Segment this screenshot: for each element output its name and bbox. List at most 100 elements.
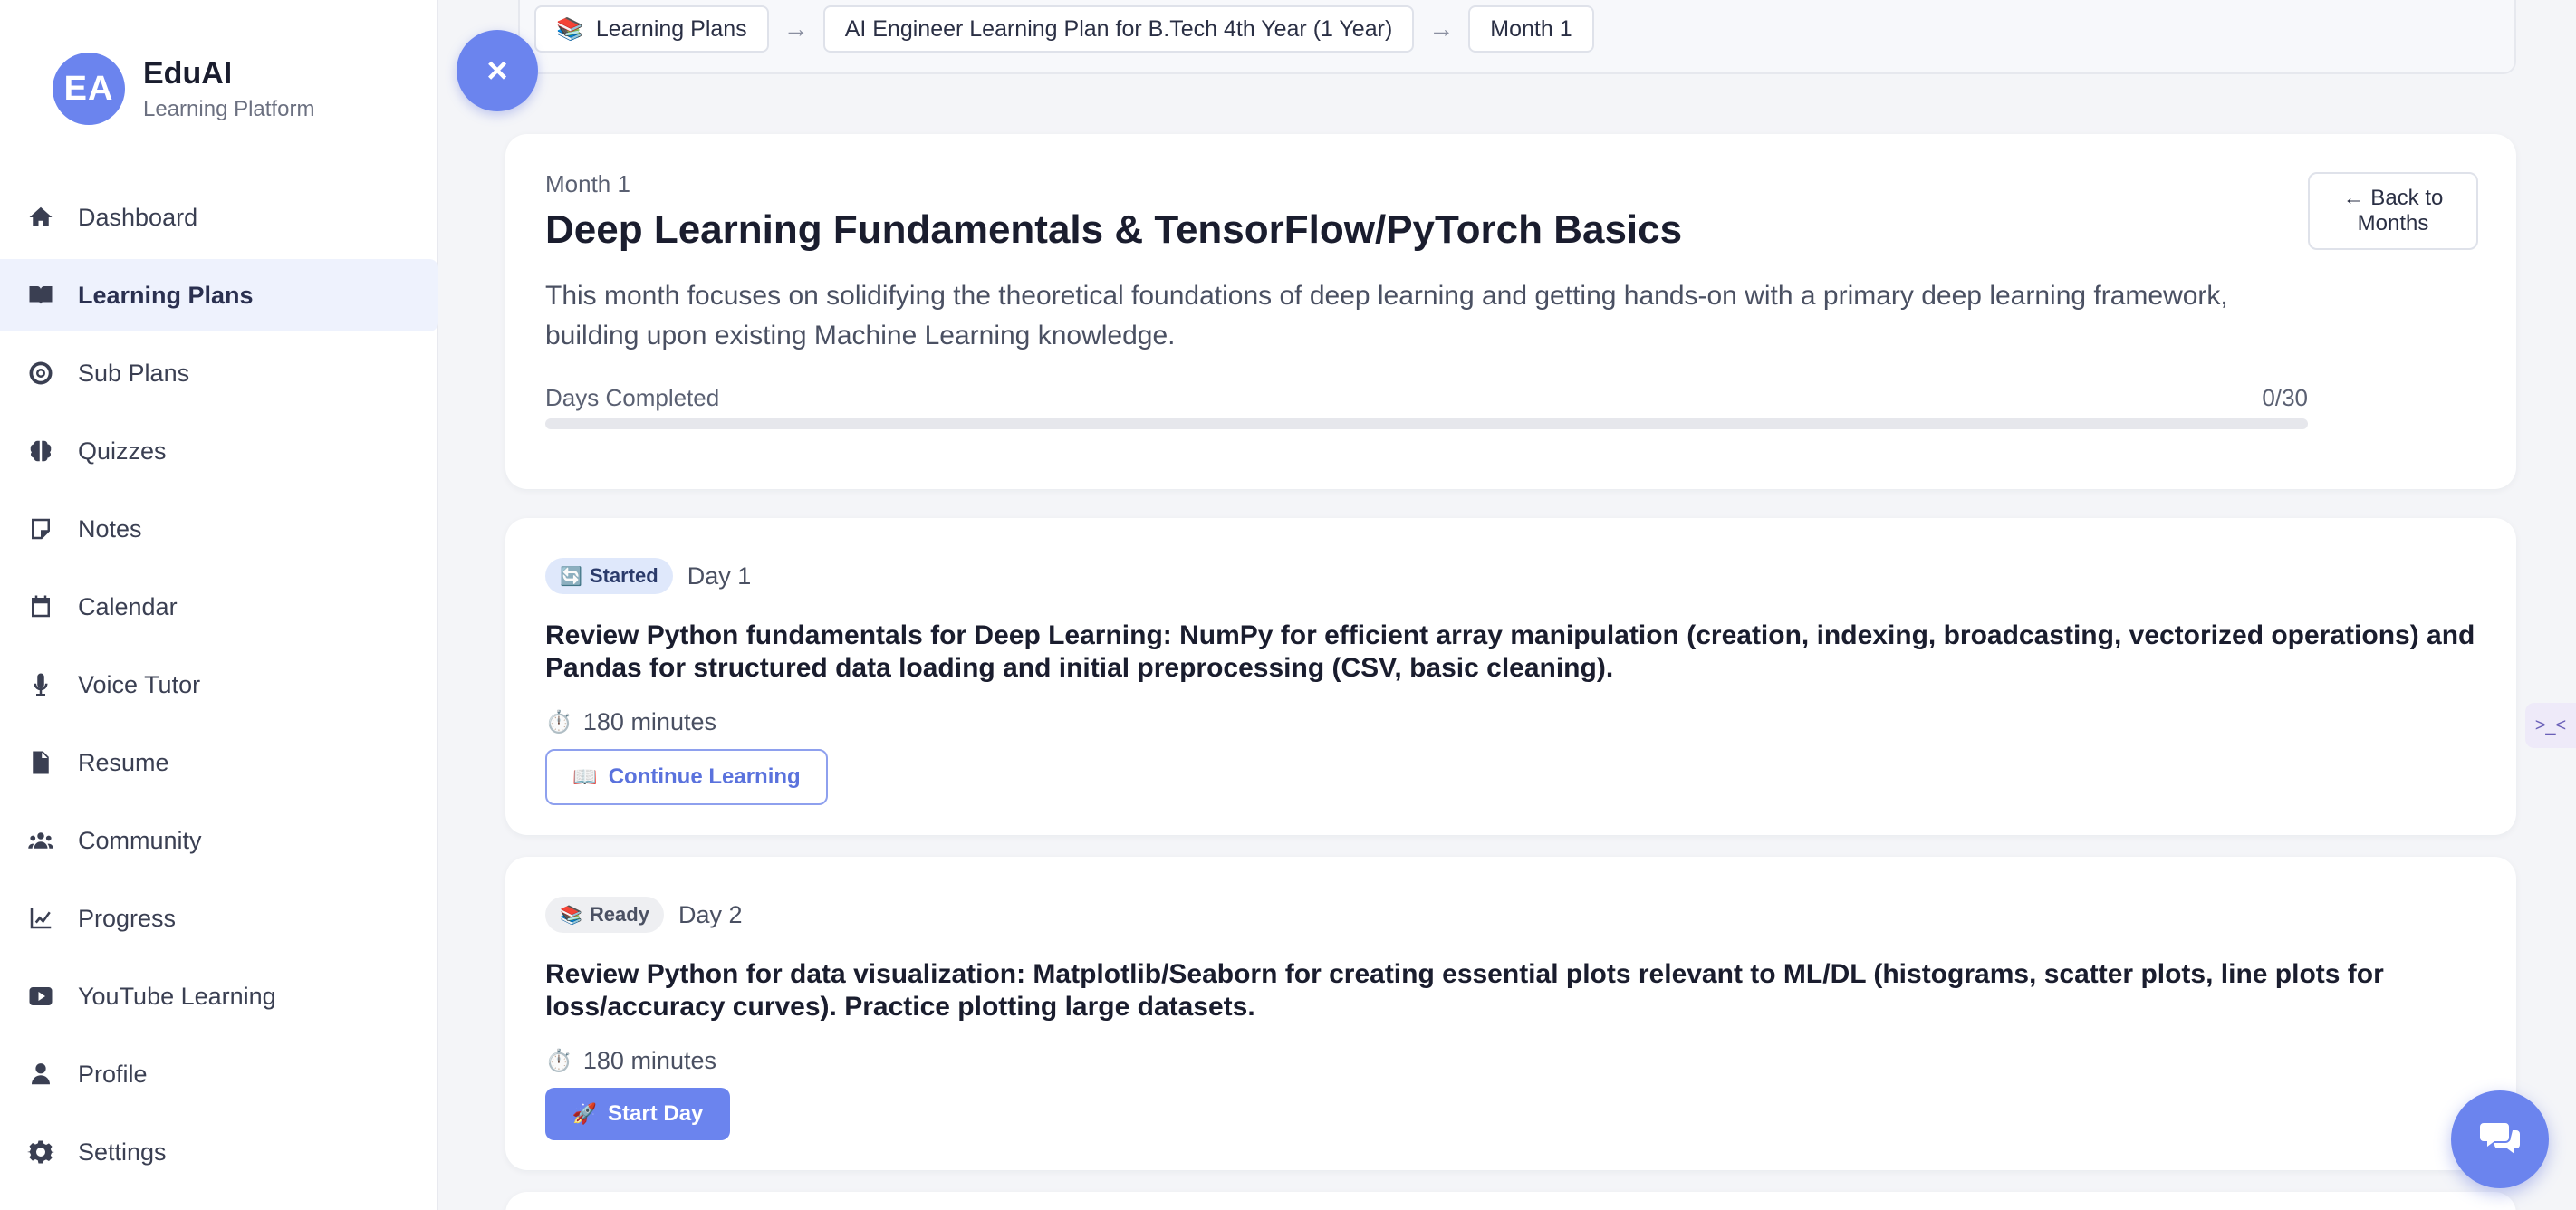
arrow-right-icon: → [1428, 14, 1455, 43]
close-sidebar-button[interactable]: × [457, 30, 538, 111]
sidebar-item-label: Voice Tutor [78, 670, 201, 698]
books-icon: 📚 [560, 905, 582, 926]
breadcrumb: 📚 Learning Plans → AI Engineer Learning … [534, 5, 1594, 53]
back-to-months-button[interactable]: ← Back to Months [2308, 172, 2478, 250]
breadcrumb-label: AI Engineer Learning Plan for B.Tech 4th… [844, 15, 1393, 42]
gear-icon [25, 1137, 56, 1167]
refresh-icon: 🔄 [560, 566, 582, 587]
day-card: 📚 Ready Day 2 Review Python for data vis… [505, 857, 2516, 1170]
home-icon [25, 202, 56, 233]
sidebar: EA EduAI Learning Platform Dashboard Lea… [0, 0, 438, 1210]
brand-name: EduAI [143, 55, 233, 91]
duration-text: 180 minutes [582, 1047, 716, 1074]
progress-label: Days Completed [545, 384, 720, 411]
sidebar-item-label: Resume [78, 748, 169, 776]
stopwatch-icon: ⏱️ [545, 1049, 572, 1073]
stopwatch-icon: ⏱️ [545, 710, 572, 735]
brand-subtitle: Learning Platform [143, 96, 315, 121]
button-label: Start Day [608, 1101, 704, 1126]
sidebar-item-label: Dashboard [78, 203, 198, 231]
status-badge: 📚 Ready [545, 897, 664, 933]
user-icon [25, 1059, 56, 1090]
youtube-icon [25, 981, 56, 1012]
duration-text: 180 minutes [582, 708, 716, 735]
calendar-icon [25, 591, 56, 622]
chat-icon [2478, 1116, 2522, 1164]
rocket-icon: 🚀 [572, 1102, 598, 1125]
sidebar-item-calendar[interactable]: Calendar [0, 571, 438, 643]
brain-icon [25, 436, 56, 466]
progress-count: 0/30 [2262, 384, 2308, 411]
sidebar-item-label: Learning Plans [78, 281, 254, 309]
duration: ⏱️ 180 minutes [545, 708, 2476, 736]
brand[interactable]: EA EduAI Learning Platform [53, 53, 314, 125]
day-header: 📚 Ready Day 2 [545, 897, 2476, 933]
sidebar-item-learning-plans[interactable]: Learning Plans [0, 259, 438, 331]
breadcrumb-learning-plans[interactable]: 📚 Learning Plans [534, 5, 769, 53]
sidebar-item-settings[interactable]: Settings [0, 1116, 438, 1188]
sidebar-item-label: YouTube Learning [78, 982, 276, 1010]
breadcrumb-label: Month 1 [1490, 15, 1572, 42]
chat-button[interactable] [2451, 1090, 2549, 1188]
brand-text: EduAI Learning Platform [143, 56, 314, 122]
app-root: EA EduAI Learning Platform Dashboard Lea… [0, 0, 2576, 1210]
status-label: Ready [589, 903, 649, 926]
file-icon [25, 747, 56, 778]
breadcrumb-label: Learning Plans [595, 15, 747, 42]
duration: ⏱️ 180 minutes [545, 1047, 2476, 1075]
status-badge: 🔄 Started [545, 558, 673, 594]
status-label: Started [589, 564, 658, 587]
books-icon: 📚 [556, 16, 583, 42]
day-label: Day 2 [678, 900, 743, 928]
progress-bar [545, 418, 2308, 429]
target-icon [25, 358, 56, 389]
sidebar-item-label: Notes [78, 514, 142, 543]
day-card [505, 1192, 2516, 1210]
breadcrumb-month[interactable]: Month 1 [1468, 5, 1594, 53]
button-label: Continue Learning [608, 764, 801, 789]
breadcrumb-bar: 📚 Learning Plans → AI Engineer Learning … [518, 0, 2516, 74]
month-header-card: Month 1 Deep Learning Fundamentals & Ten… [505, 134, 2516, 489]
month-label: Month 1 [545, 170, 630, 197]
main-content: Month 1 Deep Learning Fundamentals & Ten… [505, 134, 2516, 1210]
sidebar-item-voice-tutor[interactable]: Voice Tutor [0, 648, 438, 721]
side-widget-tab[interactable]: >_< [2525, 703, 2576, 748]
day-header: 🔄 Started Day 1 [545, 558, 2476, 594]
sidebar-item-notes[interactable]: Notes [0, 493, 438, 565]
sidebar-item-label: Sub Plans [78, 359, 190, 387]
chart-line-icon [25, 903, 56, 934]
users-icon [25, 825, 56, 856]
sidebar-item-label: Profile [78, 1060, 148, 1088]
day-title: Review Python for data visualization: Ma… [545, 959, 2384, 1022]
close-icon: × [486, 50, 508, 91]
day-card: 🔄 Started Day 1 Review Python fundamenta… [505, 518, 2516, 835]
sidebar-item-resume[interactable]: Resume [0, 726, 438, 799]
sticky-note-icon [25, 514, 56, 544]
sidebar-item-label: Quizzes [78, 437, 167, 465]
month-description: This month focuses on solidifying the th… [545, 281, 2228, 351]
breadcrumb-plan[interactable]: AI Engineer Learning Plan for B.Tech 4th… [822, 5, 1415, 53]
start-day-button[interactable]: 🚀 Start Day [545, 1088, 730, 1140]
day-label: Day 1 [687, 562, 752, 590]
sidebar-item-community[interactable]: Community [0, 804, 438, 877]
sidebar-item-label: Progress [78, 904, 177, 932]
sidebar-nav: Dashboard Learning Plans Sub Plans Quizz… [0, 181, 438, 1194]
sidebar-item-label: Calendar [78, 592, 178, 620]
sidebar-item-quizzes[interactable]: Quizzes [0, 415, 438, 487]
sidebar-item-dashboard[interactable]: Dashboard [0, 181, 438, 254]
sidebar-item-label: Community [78, 826, 202, 854]
brand-avatar: EA [53, 53, 125, 125]
progress-row: Days Completed 0/30 [545, 384, 2308, 412]
sidebar-item-sub-plans[interactable]: Sub Plans [0, 337, 438, 409]
book-icon: 📖 [572, 765, 598, 788]
sidebar-item-profile[interactable]: Profile [0, 1038, 438, 1110]
arrow-right-icon: → [783, 14, 809, 43]
book-open-icon [25, 280, 56, 311]
sidebar-item-progress[interactable]: Progress [0, 882, 438, 955]
day-title: Review Python fundamentals for Deep Lear… [545, 620, 2475, 683]
sidebar-item-youtube-learning[interactable]: YouTube Learning [0, 960, 438, 1032]
continue-learning-button[interactable]: 📖 Continue Learning [545, 749, 828, 805]
sidebar-item-label: Settings [78, 1138, 167, 1166]
microphone-icon [25, 669, 56, 700]
page-title: Deep Learning Fundamentals & TensorFlow/… [545, 207, 1683, 252]
